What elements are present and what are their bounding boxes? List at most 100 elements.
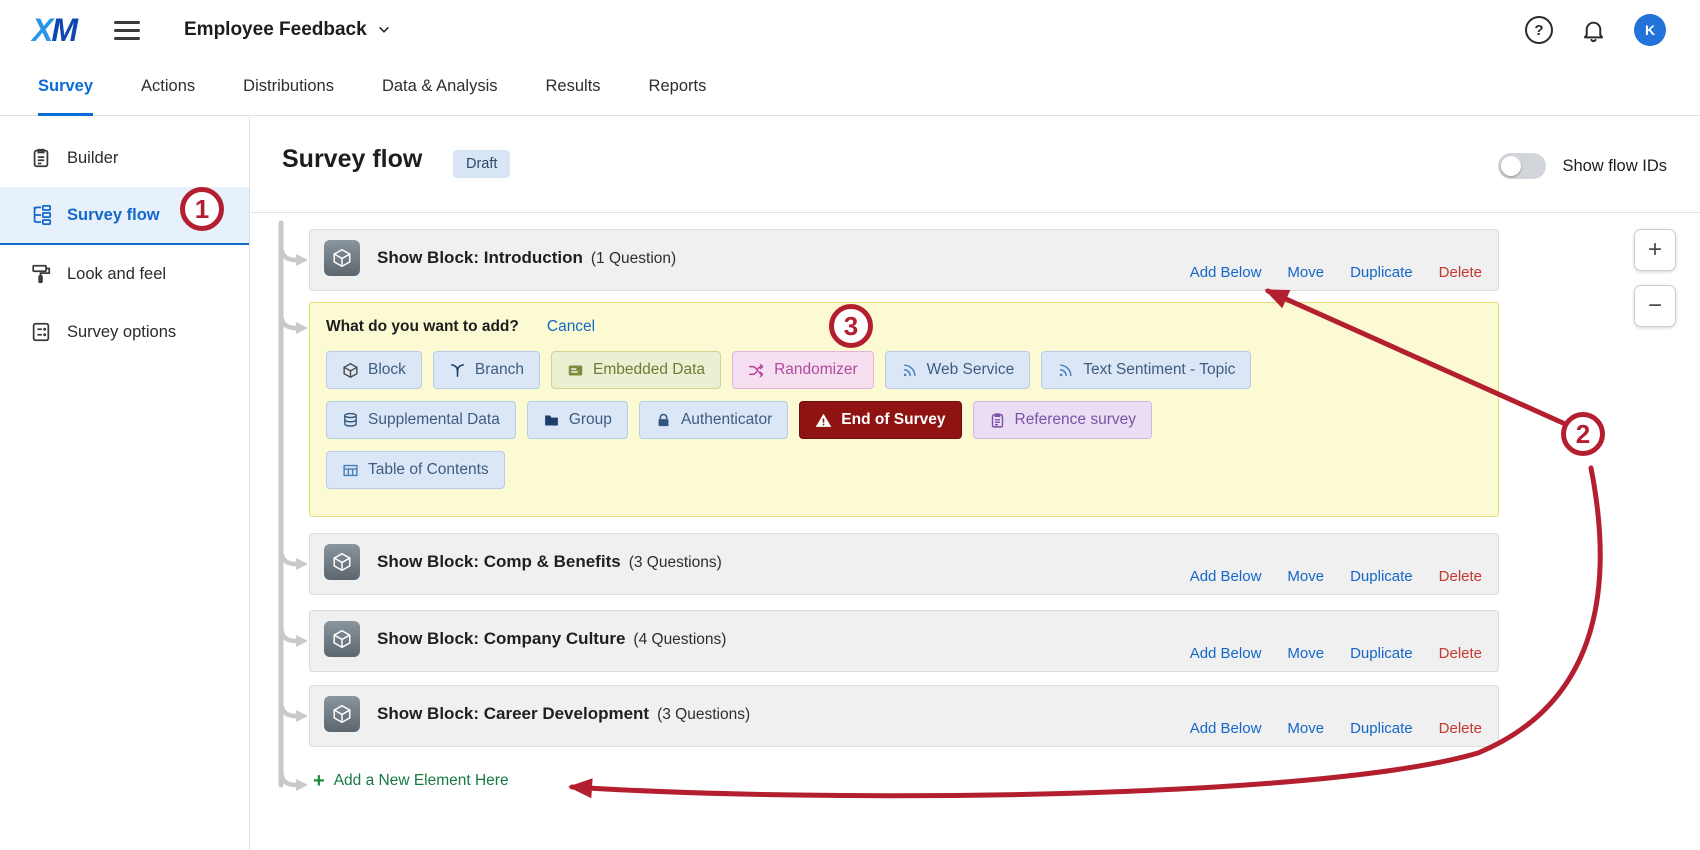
- sidebar-item-survey-options[interactable]: Survey options: [0, 303, 249, 361]
- block-actions: Add Below Move Duplicate Delete: [1190, 645, 1482, 662]
- add-below-link[interactable]: Add Below: [1190, 568, 1262, 585]
- hamburger-menu-icon[interactable]: [114, 21, 140, 40]
- block-actions: Add Below Move Duplicate Delete: [1190, 568, 1482, 585]
- add-option-web-service[interactable]: Web Service: [885, 351, 1031, 389]
- add-new-element-link[interactable]: + Add a New Element Here: [313, 771, 509, 791]
- add-option-label: Text Sentiment - Topic: [1083, 361, 1235, 379]
- tab-results[interactable]: Results: [546, 60, 601, 116]
- add-option-authenticator[interactable]: Authenticator: [639, 401, 788, 439]
- show-flow-ids-toggle[interactable]: [1498, 153, 1546, 179]
- add-below-link[interactable]: Add Below: [1190, 264, 1262, 281]
- delete-link[interactable]: Delete: [1439, 720, 1482, 737]
- add-below-link[interactable]: Add Below: [1190, 645, 1262, 662]
- flow-block-card-company-culture: Show Block: Company Culture (4 Questions…: [309, 610, 1499, 672]
- status-badge: Draft: [453, 150, 510, 178]
- zoom-out-button[interactable]: −: [1634, 285, 1676, 327]
- add-panel-row-2: Supplemental Data Group Authenticator En…: [326, 401, 1482, 439]
- add-element-panel: What do you want to add? Cancel Block Br…: [309, 302, 1499, 517]
- tab-reports[interactable]: Reports: [649, 60, 707, 116]
- help-icon[interactable]: ?: [1525, 16, 1553, 44]
- add-option-label: Authenticator: [681, 411, 772, 429]
- main-content: Survey flow Draft Show flow IDs: [251, 117, 1700, 850]
- block-cube-icon: [324, 544, 360, 580]
- add-option-group[interactable]: Group: [527, 401, 628, 439]
- duplicate-link[interactable]: Duplicate: [1350, 568, 1413, 585]
- duplicate-link[interactable]: Duplicate: [1350, 264, 1413, 281]
- tab-data-analysis[interactable]: Data & Analysis: [382, 60, 498, 116]
- bell-icon[interactable]: [1581, 18, 1606, 43]
- block-cube-icon: [324, 696, 360, 732]
- add-option-embedded-data[interactable]: Embedded Data: [551, 351, 721, 389]
- add-option-label: Embedded Data: [593, 361, 705, 379]
- block-heading: Show Block: Career Development (3 Questi…: [324, 696, 750, 732]
- block-question-count: (4 Questions): [633, 631, 726, 649]
- add-option-supplemental-data[interactable]: Supplemental Data: [326, 401, 516, 439]
- add-option-table-of-contents[interactable]: Table of Contents: [326, 451, 505, 489]
- cancel-link[interactable]: Cancel: [547, 318, 595, 336]
- add-option-text-sentiment-topic[interactable]: Text Sentiment - Topic: [1041, 351, 1251, 389]
- block-cube-icon: [324, 621, 360, 657]
- block-title-text: Show Block: Introduction: [377, 248, 583, 268]
- clipboard-icon: [30, 147, 52, 169]
- move-link[interactable]: Move: [1287, 720, 1324, 737]
- sidebar-item-builder[interactable]: Builder: [0, 129, 249, 187]
- lock-icon: [655, 412, 672, 429]
- page-title: Survey flow: [282, 145, 422, 174]
- annotation-step-1: 1: [180, 187, 224, 231]
- tab-survey[interactable]: Survey: [38, 60, 93, 116]
- zoom-in-button[interactable]: +: [1634, 229, 1676, 271]
- settings-doc-icon: [30, 321, 52, 343]
- add-panel-question: What do you want to add?: [326, 318, 519, 336]
- top-bar: XM Employee Feedback ? K: [0, 0, 1700, 60]
- add-option-end-of-survey[interactable]: End of Survey: [799, 401, 961, 439]
- add-below-link[interactable]: Add Below: [1190, 720, 1262, 737]
- add-option-label: End of Survey: [841, 411, 945, 429]
- sidebar-item-label: Survey options: [67, 323, 176, 342]
- add-option-label: Table of Contents: [368, 461, 489, 479]
- add-panel-header: What do you want to add? Cancel: [326, 318, 1482, 336]
- delete-link[interactable]: Delete: [1439, 568, 1482, 585]
- shuffle-icon: [748, 362, 765, 379]
- duplicate-link[interactable]: Duplicate: [1350, 720, 1413, 737]
- duplicate-link[interactable]: Duplicate: [1350, 645, 1413, 662]
- delete-link[interactable]: Delete: [1439, 645, 1482, 662]
- flow-icon: [30, 204, 52, 226]
- toggle-knob: [1501, 156, 1521, 176]
- block-heading: Show Block: Company Culture (4 Questions…: [324, 621, 726, 657]
- add-option-reference-survey[interactable]: Reference survey: [973, 401, 1152, 439]
- delete-link[interactable]: Delete: [1439, 264, 1482, 281]
- add-option-block[interactable]: Block: [326, 351, 422, 389]
- paint-roller-icon: [30, 263, 52, 285]
- feed-icon: [901, 362, 918, 379]
- project-title-dropdown[interactable]: Employee Feedback: [184, 19, 391, 41]
- add-option-label: Reference survey: [1015, 411, 1136, 429]
- tab-distributions[interactable]: Distributions: [243, 60, 334, 116]
- block-title: Show Block: Career Development (3 Questi…: [377, 704, 750, 724]
- branch-icon: [449, 362, 466, 379]
- add-option-label: Web Service: [927, 361, 1015, 379]
- block-heading: Show Block: Comp & Benefits (3 Questions…: [324, 544, 722, 580]
- add-option-label: Branch: [475, 361, 524, 379]
- add-option-branch[interactable]: Branch: [433, 351, 540, 389]
- block-title: Show Block: Company Culture (4 Questions…: [377, 629, 726, 649]
- add-option-randomizer[interactable]: Randomizer: [732, 351, 874, 389]
- block-title-text: Show Block: Company Culture: [377, 629, 625, 649]
- page-header: Survey flow Draft Show flow IDs: [251, 117, 1700, 213]
- flow-block-card-career-development: Show Block: Career Development (3 Questi…: [309, 685, 1499, 747]
- block-question-count: (1 Question): [591, 250, 676, 268]
- primary-nav-tabs: Survey Actions Distributions Data & Anal…: [0, 60, 1700, 116]
- move-link[interactable]: Move: [1287, 568, 1324, 585]
- block-actions: Add Below Move Duplicate Delete: [1190, 264, 1482, 281]
- table-icon: [342, 462, 359, 479]
- avatar[interactable]: K: [1634, 14, 1666, 46]
- chevron-down-icon: [377, 23, 391, 37]
- add-option-label: Group: [569, 411, 612, 429]
- move-link[interactable]: Move: [1287, 264, 1324, 281]
- add-panel-row-3: Table of Contents: [326, 451, 1482, 489]
- tab-actions[interactable]: Actions: [141, 60, 195, 116]
- move-link[interactable]: Move: [1287, 645, 1324, 662]
- database-icon: [342, 412, 359, 429]
- block-title: Show Block: Comp & Benefits (3 Questions…: [377, 552, 722, 572]
- sidebar-item-look-and-feel[interactable]: Look and feel: [0, 245, 249, 303]
- annotation-step-2: 2: [1561, 412, 1605, 456]
